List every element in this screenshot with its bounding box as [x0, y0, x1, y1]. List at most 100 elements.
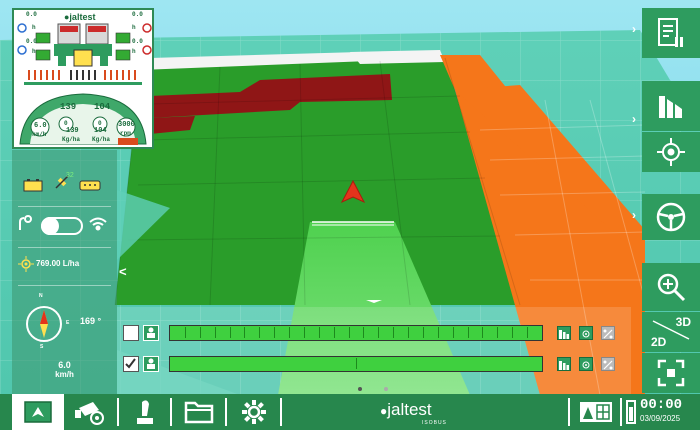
section-segment-divider: [244, 327, 246, 338]
steering-button[interactable]: [642, 194, 700, 240]
section-segment-divider: [482, 327, 484, 338]
bottom-divider: [225, 398, 227, 426]
section-segment-divider: [259, 327, 261, 338]
section-segment-divider: [408, 327, 410, 338]
satellite-count: 32: [66, 172, 74, 179]
fullscreen-button[interactable]: [642, 353, 700, 393]
monitor-top-left-unit: h: [32, 24, 36, 31]
battery-status-icon: [23, 179, 43, 192]
section-row2-bar[interactable]: [169, 356, 543, 372]
monitor-mid-right-unit: h: [132, 48, 136, 55]
page-indicator-dot[interactable]: [384, 387, 388, 391]
row1-disabled-icon[interactable]: [601, 326, 615, 340]
brand-logo: ●jaltest ISOBUS: [380, 400, 446, 426]
row1-section-icon[interactable]: [557, 326, 571, 340]
application-rate-row: 769.00 L/ha: [12, 256, 117, 274]
gps-small-icon: [582, 330, 590, 338]
application-rate-value: 769.00 L/ha: [36, 259, 80, 268]
implement-icon: [75, 402, 104, 425]
section-segment-divider: [214, 327, 216, 338]
row2-section-icon[interactable]: [557, 357, 571, 371]
map-view-icon: [24, 401, 52, 423]
status-icons-graphic: [23, 175, 101, 192]
right-collapse-icon-1[interactable]: ›: [632, 22, 640, 36]
right-collapse-icon-2[interactable]: ›: [632, 112, 640, 126]
section-row2-mode-button[interactable]: [143, 356, 159, 372]
monitor-gauge-speed: 6.0: [34, 122, 47, 130]
monitor-gauge-r-right: 0: [98, 120, 102, 127]
section-segment-divider: [512, 327, 514, 338]
section-segment-divider: [348, 327, 350, 338]
grid-view-button[interactable]: [573, 394, 619, 430]
tab-files[interactable]: [175, 394, 223, 430]
compass-icon: [26, 306, 62, 342]
speed-value: 6.0: [58, 360, 71, 370]
tab-joystick[interactable]: [122, 394, 168, 430]
status-panel: 32 769.00 L/ha N S E 169 ° 6.0 km/h: [12, 150, 117, 395]
row2-gps-icon[interactable]: [579, 357, 593, 371]
gps-center-small-icon: [18, 256, 34, 272]
bottom-divider: [117, 398, 119, 426]
row1-gps-icon[interactable]: [579, 326, 593, 340]
zoom-in-icon: [657, 273, 686, 302]
speed-readout: 6.0 km/h: [12, 360, 117, 379]
screen: < ●jaltest 0.0 h 0.0 h 0.0 h 0.0 h 139 1…: [0, 0, 700, 430]
page-indicator-dot-active[interactable]: [358, 387, 362, 391]
isobus-connector-icon: [79, 180, 101, 191]
clock-time: 00:00: [640, 397, 683, 413]
view-toggle-button[interactable]: 3D 2D: [642, 312, 700, 352]
section-segment-divider: [497, 327, 499, 338]
wifi-icon: [89, 217, 107, 231]
section-row1-mode-button[interactable]: [143, 325, 159, 341]
battery-icon: [626, 400, 636, 424]
status-divider: [18, 285, 111, 286]
compass-east: E: [66, 320, 70, 326]
monitor-gauge-left-top: 139: [60, 102, 77, 112]
section-row1-checkbox[interactable]: [123, 325, 139, 341]
monitor-gauge-right-top: 104: [94, 102, 111, 112]
tab-map-view[interactable]: [12, 394, 64, 430]
tab-implement[interactable]: [66, 394, 116, 430]
zoom-in-button[interactable]: [642, 263, 700, 311]
section-segment-divider: [184, 327, 186, 338]
section-segment-divider: [356, 358, 357, 369]
section-row1-bar[interactable]: [169, 325, 543, 341]
bottom-navigation-bar: ●jaltest ISOBUS 00:00 03/09/2025: [0, 394, 700, 430]
monitor-gauge-rate1-unit: Kg/ha: [62, 136, 81, 143]
monitor-brand-logo: ●jaltest: [64, 12, 95, 22]
brand-name: jaltest: [387, 400, 432, 419]
monitor-top-right-unit: h: [132, 24, 136, 31]
bottom-divider: [568, 398, 570, 426]
right-toolbar: › › › 3D 2D: [632, 8, 700, 393]
monitor-mid-left-value: 0.0: [26, 38, 37, 45]
status-icons-row: [12, 172, 117, 196]
machine-monitor-widget[interactable]: ●jaltest 0.0 h 0.0 h 0.0 h 0.0 h 139 104…: [12, 8, 154, 149]
bottom-divider: [280, 398, 282, 426]
document-pause-button[interactable]: [642, 8, 700, 58]
right-collapse-icon-3[interactable]: ›: [632, 208, 640, 222]
section-segment-divider: [303, 327, 305, 338]
gps-center-button[interactable]: [642, 132, 700, 172]
section-control-button[interactable]: [642, 81, 700, 131]
monitor-gauge-rpm-unit: rpm: [120, 130, 131, 137]
fullscreen-icon: [657, 359, 685, 387]
checkmark-icon: [125, 358, 136, 369]
monitor-gauge-rpm: 3000: [118, 121, 135, 129]
monitor-mid-left-unit: h: [32, 48, 36, 55]
gps-small-icon: [582, 361, 590, 369]
operator-icon: [147, 327, 155, 338]
speed-unit: km/h: [55, 370, 74, 379]
compass-south: S: [40, 344, 44, 350]
section-segment-divider: [467, 327, 469, 338]
section-row2-checkbox[interactable]: [123, 356, 139, 372]
compass-north: N: [39, 293, 43, 299]
monitor-mid-right-value: 0.0: [132, 38, 143, 45]
connection-toggle[interactable]: [42, 218, 82, 234]
section-segment-divider: [229, 327, 231, 338]
joystick-icon: [137, 400, 153, 424]
document-pause-icon: [658, 18, 683, 47]
row2-disabled-icon[interactable]: [601, 357, 615, 371]
section-control-icon: [659, 96, 682, 118]
tab-settings[interactable]: [230, 394, 278, 430]
left-panel-expand-icon[interactable]: <: [119, 264, 127, 279]
